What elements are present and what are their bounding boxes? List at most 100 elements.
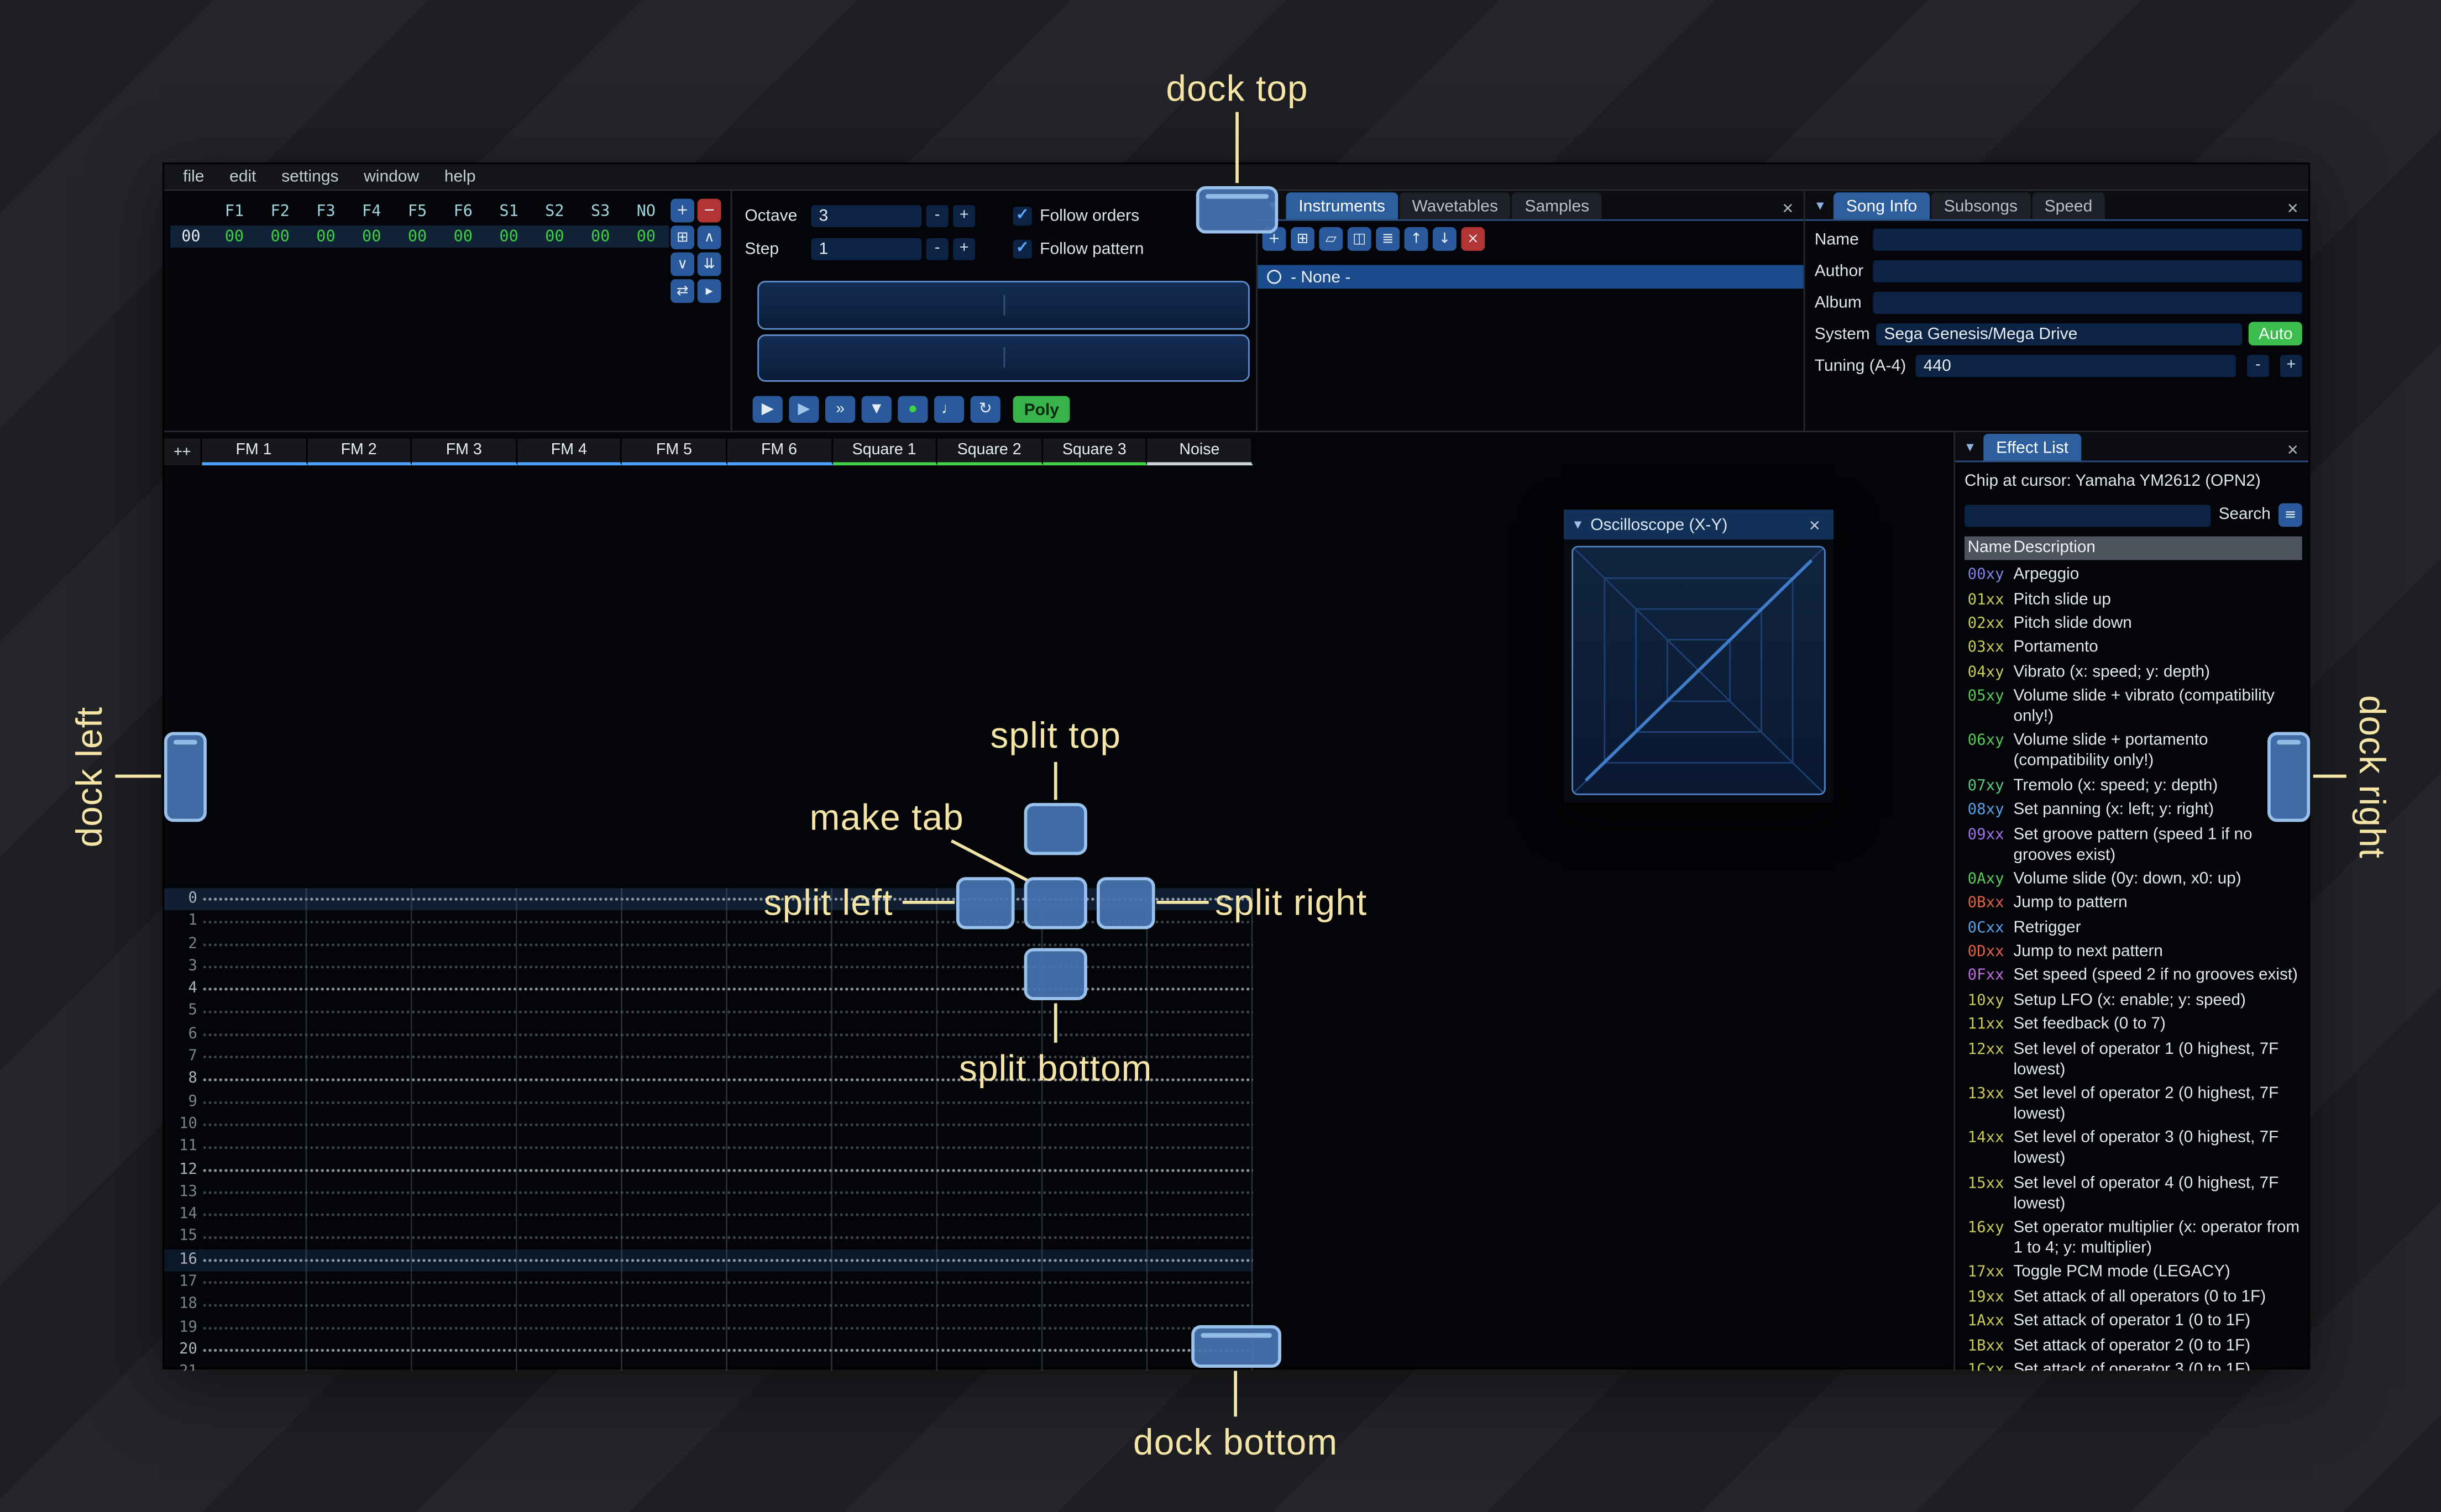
collapse-arrow-icon[interactable]: ▼: [1810, 194, 1830, 218]
split-left-target[interactable]: [956, 877, 1015, 930]
name-field[interactable]: [1873, 228, 2302, 250]
menu-item[interactable]: edit: [217, 164, 269, 190]
pattern-row[interactable]: 18: [164, 1294, 1253, 1317]
pattern-row[interactable]: 2: [164, 933, 1253, 956]
pattern-row[interactable]: 14: [164, 1204, 1253, 1227]
channel-header[interactable]: FM 3: [412, 438, 517, 466]
order-toolbar-button[interactable]: ∨: [671, 252, 695, 276]
effect-search-input[interactable]: [1964, 504, 2211, 527]
order-toolbar-button[interactable]: ▸: [697, 279, 721, 303]
pattern-row[interactable]: 17: [164, 1271, 1253, 1294]
split-bottom-target[interactable]: [1024, 948, 1087, 1000]
follow-pattern-checkbox[interactable]: ✓ Follow pattern: [1013, 237, 1144, 260]
pattern-row-cells[interactable]: [202, 1362, 1253, 1371]
pattern-row-cells[interactable]: [202, 1023, 1253, 1046]
step-decrease-button[interactable]: -: [926, 237, 949, 260]
orders-selected-row[interactable]: 00 00 00 00 00 00 00 00 00 00 00: [170, 225, 669, 248]
order-toolbar-button[interactable]: +: [671, 198, 695, 223]
tuning-decrease-button[interactable]: -: [2246, 354, 2269, 376]
order-cell[interactable]: 00: [395, 228, 441, 245]
pattern-row-cells[interactable]: [202, 1091, 1253, 1114]
pattern-row[interactable]: 21: [164, 1362, 1253, 1371]
song-info-tab[interactable]: Subsongs: [1931, 192, 2030, 219]
channel-header[interactable]: FM 4: [517, 438, 622, 466]
oscilloscope-title-bar[interactable]: ▼ Oscilloscope (X-Y) ×: [1563, 510, 1834, 540]
pattern-row-cells[interactable]: [202, 1294, 1253, 1317]
instruments-tab[interactable]: Instruments: [1286, 192, 1398, 219]
channel-header[interactable]: Square 1: [832, 438, 938, 466]
transport-button[interactable]: ●: [898, 396, 928, 423]
order-toolbar-button[interactable]: ⊞: [671, 225, 695, 250]
instrument-list-item[interactable]: - None -: [1258, 265, 1804, 289]
dock-right-target[interactable]: [2267, 732, 2311, 822]
pattern-row-cells[interactable]: [202, 1136, 1253, 1159]
order-cell[interactable]: 00: [578, 228, 624, 245]
transport-button[interactable]: ↻: [970, 396, 1001, 423]
order-cell[interactable]: 00: [486, 228, 532, 245]
effect-list-menu-button[interactable]: ≡: [2278, 503, 2302, 527]
order-toolbar-button[interactable]: ⇄: [671, 279, 695, 303]
channel-header[interactable]: FM 6: [727, 438, 832, 466]
poly-toggle-button[interactable]: Poly: [1013, 396, 1070, 423]
instruments-tab[interactable]: Wavetables: [1399, 192, 1511, 219]
channel-header[interactable]: Square 3: [1043, 438, 1148, 466]
pattern-row-cells[interactable]: [202, 1114, 1253, 1137]
collapse-arrow-icon[interactable]: ▼: [1572, 517, 1584, 532]
pattern-row[interactable]: 3: [164, 956, 1253, 979]
pattern-row[interactable]: 13: [164, 1181, 1253, 1204]
channel-header[interactable]: FM 2: [307, 438, 412, 466]
octave-increase-button[interactable]: +: [953, 204, 976, 227]
pattern-row[interactable]: 6: [164, 1023, 1253, 1046]
instrument-toolbar-button[interactable]: ⊞: [1291, 227, 1314, 251]
pattern-row[interactable]: 4: [164, 978, 1253, 1001]
step-increase-button[interactable]: +: [953, 237, 976, 260]
instrument-toolbar-button[interactable]: ▱: [1319, 227, 1343, 251]
transport-button[interactable]: ▼: [861, 396, 892, 423]
pattern-row-cells[interactable]: [202, 978, 1253, 1001]
song-info-tab[interactable]: Speed: [2031, 192, 2105, 219]
pattern-row-cells[interactable]: [202, 933, 1253, 956]
collapse-arrow-icon[interactable]: ▼: [1960, 435, 1980, 459]
close-icon[interactable]: ×: [1777, 196, 1799, 219]
order-cell[interactable]: 00: [303, 228, 349, 245]
close-icon[interactable]: ×: [2282, 196, 2304, 219]
octave-input[interactable]: [811, 204, 922, 227]
menu-item[interactable]: window: [351, 164, 432, 190]
make-tab-target[interactable]: [1024, 877, 1087, 930]
order-toolbar-button[interactable]: ∧: [697, 225, 721, 250]
system-field[interactable]: [1876, 322, 2243, 345]
pattern-row-cells[interactable]: [202, 1181, 1253, 1204]
tuning-increase-button[interactable]: +: [2280, 354, 2302, 376]
order-cell[interactable]: 00: [349, 228, 395, 245]
order-toolbar-button[interactable]: ⇊: [697, 252, 721, 276]
piano-upper-row[interactable]: [757, 281, 1250, 329]
close-icon[interactable]: ×: [1804, 513, 1826, 537]
pattern-row[interactable]: 20: [164, 1339, 1253, 1362]
pattern-row-cells[interactable]: [202, 1204, 1253, 1227]
menu-item[interactable]: file: [170, 164, 217, 190]
instruments-tab[interactable]: Samples: [1512, 192, 1602, 219]
follow-orders-checkbox[interactable]: ✓ Follow orders: [1013, 203, 1139, 227]
instrument-toolbar-button[interactable]: ↑: [1404, 227, 1428, 251]
pattern-row[interactable]: 5: [164, 1001, 1253, 1024]
pattern-row-cells[interactable]: [202, 1249, 1253, 1272]
tuning-field[interactable]: [1915, 354, 2236, 376]
octave-decrease-button[interactable]: -: [926, 204, 949, 227]
close-icon[interactable]: ×: [2282, 437, 2304, 461]
menu-item[interactable]: settings: [269, 164, 351, 190]
pattern-row-cells[interactable]: [202, 956, 1253, 979]
split-right-target[interactable]: [1096, 877, 1155, 930]
step-input[interactable]: [811, 237, 922, 260]
channel-header[interactable]: FM 1: [202, 438, 307, 466]
author-field[interactable]: [1873, 259, 2302, 282]
menu-item[interactable]: help: [432, 164, 488, 190]
pattern-row-cells[interactable]: [202, 1001, 1253, 1024]
pattern-row-cells[interactable]: [202, 1226, 1253, 1250]
order-cell[interactable]: 00: [532, 228, 578, 245]
dock-top-target[interactable]: [1196, 186, 1279, 234]
channel-header[interactable]: FM 5: [622, 438, 727, 466]
pattern-row-cells[interactable]: [202, 1316, 1253, 1340]
order-cell[interactable]: 00: [624, 228, 669, 245]
piano-widget[interactable]: [757, 281, 1250, 382]
song-info-tab[interactable]: Song Info: [1834, 192, 1930, 219]
